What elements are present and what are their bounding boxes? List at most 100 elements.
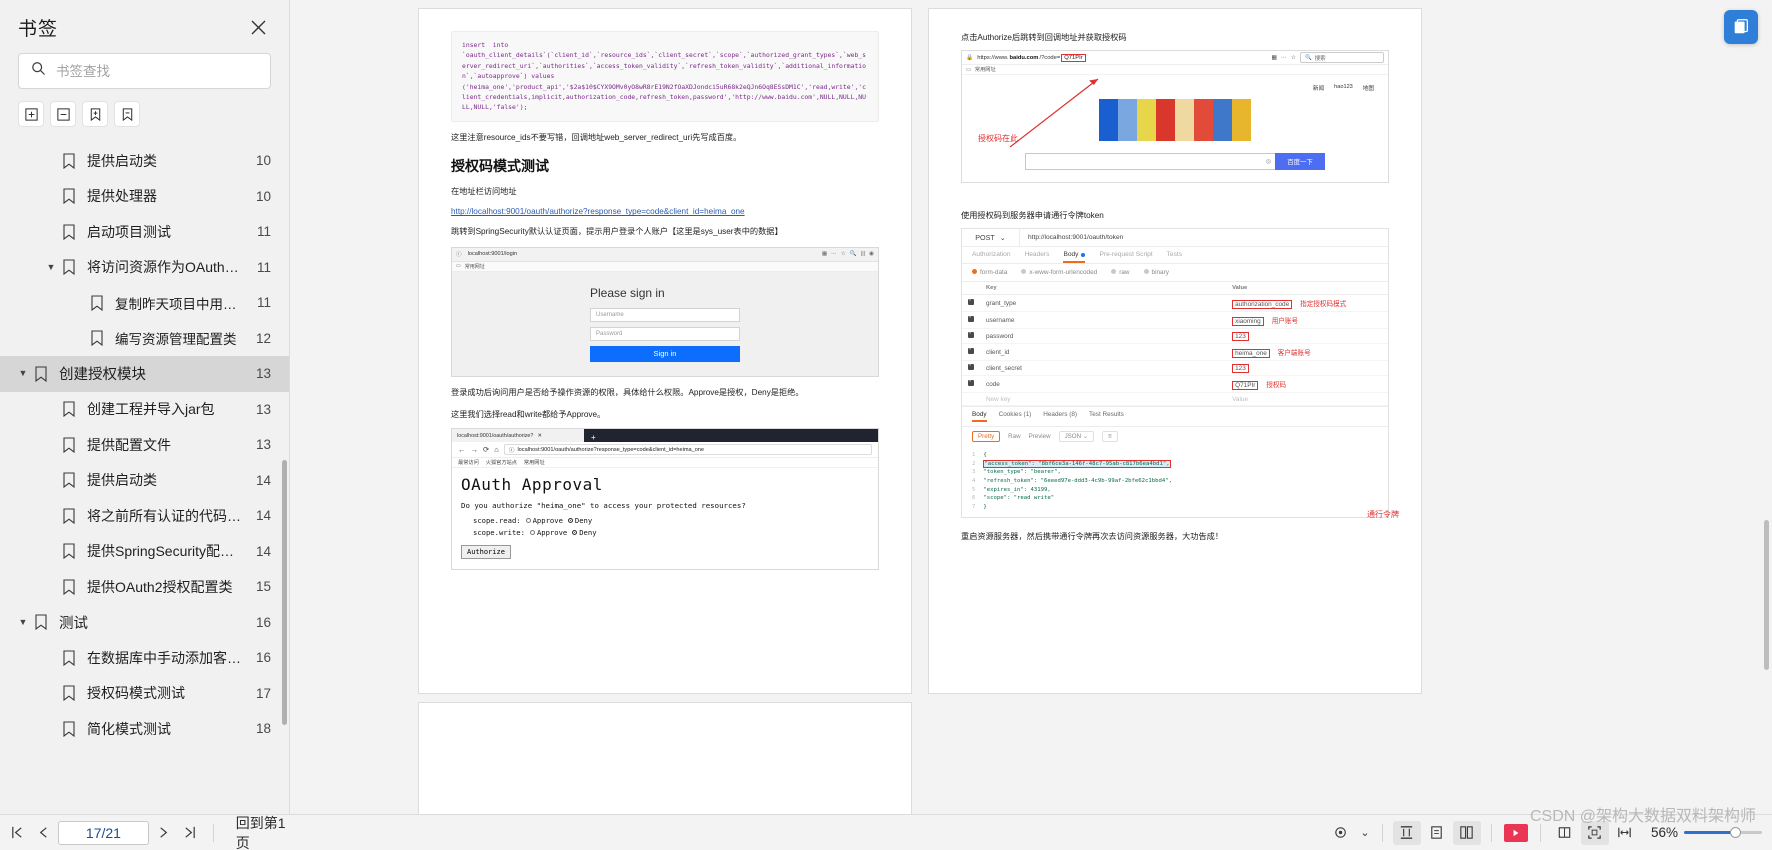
response-tab-test-results[interactable]: Test Results xyxy=(1089,411,1124,422)
search-input[interactable] xyxy=(56,63,258,79)
single-page-icon[interactable] xyxy=(1423,821,1451,845)
table-row[interactable]: client_secret 123 xyxy=(962,360,1388,376)
beautify-icon[interactable]: ≡ xyxy=(1102,431,1118,442)
bookmark-row[interactable]: 提供OAuth2授权配置类 15 xyxy=(0,569,289,605)
last-page-icon[interactable] xyxy=(179,821,201,845)
response-tab-cookies[interactable]: Cookies (1) xyxy=(999,411,1032,422)
row-key[interactable]: grant_type xyxy=(980,294,1227,312)
document-viewer[interactable]: insert into `oauth_client_details`(`clie… xyxy=(290,0,1772,814)
bookmark-row[interactable]: 在数据库中手动添加客户… 16 xyxy=(0,640,289,676)
password-field[interactable]: Password xyxy=(590,326,740,341)
tab-headers[interactable]: Headers xyxy=(1025,251,1050,263)
bookmark-row[interactable]: 提供启动类 14 xyxy=(0,463,289,499)
row-checkbox[interactable] xyxy=(962,392,980,406)
view-mode-raw[interactable]: Raw xyxy=(1008,433,1020,440)
row-checkbox[interactable] xyxy=(962,328,980,344)
table-row[interactable]: username xiaoming 用户账号 xyxy=(962,311,1388,329)
view-mode-preview[interactable]: Preview xyxy=(1029,433,1051,440)
tab-tests[interactable]: Tests xyxy=(1167,251,1182,263)
close-icon[interactable] xyxy=(245,15,271,41)
table-row[interactable]: password 123 xyxy=(962,328,1388,344)
row-key[interactable]: client_secret xyxy=(980,360,1227,376)
bookmark-row[interactable]: 提供配置文件 13 xyxy=(0,427,289,463)
bookmark-row[interactable]: ▼ 测试 16 xyxy=(0,605,289,641)
add-bookmark-button[interactable] xyxy=(82,101,108,127)
remove-bookmark-button[interactable] xyxy=(114,101,140,127)
row-checkbox[interactable] xyxy=(962,343,980,361)
next-page-icon[interactable] xyxy=(153,821,175,845)
row-value[interactable]: 123 xyxy=(1226,328,1388,344)
row-value[interactable]: Value xyxy=(1226,392,1388,406)
row-key[interactable]: client_id xyxy=(980,343,1227,361)
baidu-browser-search[interactable]: 🔍 搜索 xyxy=(1300,52,1384,63)
bookmark-row[interactable]: 提供处理器 10 xyxy=(0,179,289,215)
bookmark-row[interactable]: 启动项目测试 11 xyxy=(0,214,289,250)
bookmark-row[interactable]: 提供启动类 10 xyxy=(0,143,289,179)
tab-body[interactable]: Body xyxy=(1063,251,1086,263)
row-checkbox[interactable] xyxy=(962,375,980,393)
bookmark-row[interactable]: 编写资源管理配置类 12 xyxy=(0,321,289,357)
row-checkbox[interactable] xyxy=(962,311,980,329)
bookmark-row[interactable]: 复制昨天项目中用户… 11 xyxy=(0,285,289,321)
row-key[interactable]: password xyxy=(980,328,1227,344)
scope-write-deny[interactable]: Deny xyxy=(572,528,597,537)
signin-button[interactable]: Sign in xyxy=(590,345,740,362)
row-key[interactable]: code xyxy=(980,375,1227,393)
chevron-down-icon[interactable]: ▼ xyxy=(16,369,30,378)
bookmark-list[interactable]: 提供启动类 10 提供处理器 10 启动项目测试 11 ▼ 将访问资源作为OAuth… 11 复制… xyxy=(0,137,289,814)
row-checkbox[interactable] xyxy=(962,294,980,312)
baidu-search-button[interactable]: 百度一下 xyxy=(1275,153,1325,170)
document-stack-icon[interactable] xyxy=(1724,10,1758,44)
prev-page-icon[interactable] xyxy=(32,821,54,845)
collapse-all-button[interactable] xyxy=(50,101,76,127)
row-key[interactable]: username xyxy=(980,311,1227,329)
scope-write-approve[interactable]: Approve xyxy=(529,528,567,537)
username-field[interactable]: Username xyxy=(590,307,740,322)
row-value[interactable]: authorization_code 指定授权码模式 xyxy=(1226,294,1388,312)
table-row[interactable]: code Q71PIr 授权码 xyxy=(962,375,1388,393)
body-type-binary[interactable]: binary xyxy=(1143,269,1169,276)
page-number-input[interactable]: 17/21 xyxy=(58,820,149,845)
row-value[interactable]: Q71PIr 授权码 xyxy=(1226,375,1388,393)
row-checkbox[interactable] xyxy=(962,360,980,376)
scope-read-approve[interactable]: Approve xyxy=(525,516,563,525)
row-value[interactable]: 123 xyxy=(1226,360,1388,376)
postman-method-select[interactable]: POST ⌄ xyxy=(962,228,1020,247)
row-value[interactable]: xiaoming 用户账号 xyxy=(1226,311,1388,329)
bookmark-row[interactable]: ▼ 创建授权模块 13 xyxy=(0,356,289,392)
chevron-down-icon[interactable]: ⌄ xyxy=(1358,821,1372,845)
scope-read-deny[interactable]: Deny xyxy=(567,516,592,525)
view-mode-pretty[interactable]: Pretty xyxy=(972,431,1001,442)
authorize-url-link[interactable]: http://localhost:9001/oauth/authorize?re… xyxy=(451,207,879,216)
first-page-icon[interactable] xyxy=(6,821,28,845)
response-tab-body[interactable]: Body xyxy=(972,411,987,422)
baidu-link-map[interactable]: 地图 xyxy=(1363,84,1374,92)
body-type-form-data[interactable]: form-data xyxy=(972,269,1007,276)
baidu-link-news[interactable]: 新闻 xyxy=(1313,84,1324,92)
back-to-first-page-button[interactable]: 回到第1页 xyxy=(236,813,290,850)
fit-height-icon[interactable] xyxy=(1392,820,1421,845)
response-format-select[interactable]: JSON ⌄ xyxy=(1058,431,1094,442)
expand-all-button[interactable] xyxy=(18,101,44,127)
double-page-icon[interactable] xyxy=(1452,820,1481,845)
search-box[interactable] xyxy=(18,53,271,89)
body-type-raw[interactable]: raw xyxy=(1111,269,1130,276)
chevron-down-icon[interactable]: ▼ xyxy=(16,617,30,627)
table-row[interactable]: grant_type authorization_code 指定授权码模式 xyxy=(962,294,1388,312)
sidebar-scrollbar[interactable] xyxy=(282,460,287,725)
play-icon[interactable] xyxy=(1502,821,1530,845)
zoom-slider[interactable] xyxy=(1684,826,1762,838)
table-row[interactable]: New key Value xyxy=(962,392,1388,406)
body-type-urlencoded[interactable]: x-www-form-urlencoded xyxy=(1021,269,1097,276)
row-value[interactable]: heima_one 客户端账号 xyxy=(1226,343,1388,361)
fit-width-icon[interactable] xyxy=(1611,821,1639,845)
eye-icon[interactable] xyxy=(1328,821,1356,845)
bookmark-row[interactable]: 创建工程并导入jar包 13 xyxy=(0,392,289,428)
chevron-down-icon[interactable]: ▼ xyxy=(44,262,58,272)
fit-page-icon[interactable] xyxy=(1580,820,1609,845)
bookmark-row[interactable]: 授权码模式测试 17 xyxy=(0,676,289,712)
postman-url-input[interactable]: http://localhost:9001/oauth/token xyxy=(1020,234,1388,241)
bookmark-row[interactable]: ▼ 将访问资源作为OAuth… 11 xyxy=(0,250,289,286)
tab-authorization[interactable]: Authorization xyxy=(972,251,1011,263)
response-tab-headers[interactable]: Headers (8) xyxy=(1043,411,1077,422)
